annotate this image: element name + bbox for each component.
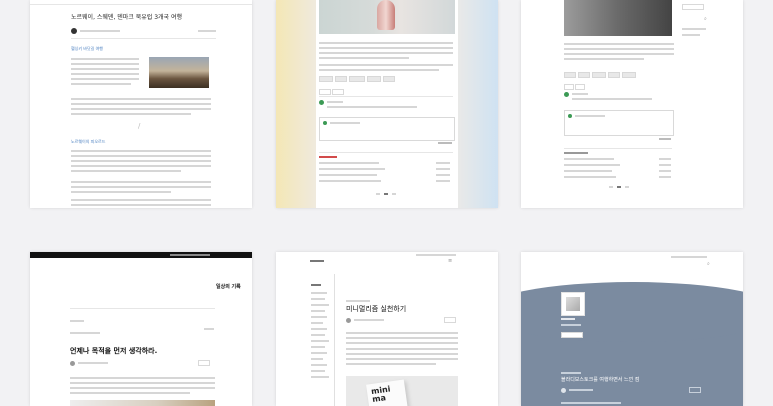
comment-submit-button[interactable] — [659, 138, 671, 140]
post-title[interactable]: 언제나 목적을 먼저 생각하라. — [70, 348, 157, 355]
more-button[interactable] — [575, 84, 585, 90]
product-box-graphic: mini ma — [366, 379, 408, 406]
theme-preview-card-1[interactable]: 노르웨이, 스웨덴, 덴마크 북유럽 3개국 여행 헬싱키 바닷길 여행 / 노… — [30, 0, 252, 208]
theme-preview-card-2[interactable] — [276, 0, 498, 208]
top-divider — [30, 4, 252, 5]
list-divider — [564, 148, 672, 149]
section-heading: 헬싱키 바닷길 여행 — [71, 46, 103, 51]
author-avatar — [346, 318, 351, 323]
subscribe-button[interactable] — [444, 317, 456, 323]
post-title[interactable]: 블라디보스토크를 여행하면서 느낀 점 — [561, 378, 639, 383]
quote-mark-icon: / — [138, 122, 141, 130]
profile-button[interactable] — [561, 332, 583, 338]
header-wave — [521, 282, 743, 342]
top-nav-bar — [30, 252, 252, 258]
list-divider — [319, 152, 453, 153]
post-text-preview — [561, 402, 621, 404]
author-avatar — [561, 388, 566, 393]
subscribe-button[interactable] — [689, 387, 701, 393]
featured-photo: mini ma — [346, 376, 458, 406]
category-label[interactable] — [70, 320, 84, 322]
blog-avatar[interactable] — [561, 292, 585, 316]
comment-submit-button[interactable] — [438, 142, 452, 144]
header-divider — [70, 308, 215, 309]
author-meta — [354, 319, 384, 321]
share-button[interactable] — [564, 84, 574, 90]
theme-preview-card-4[interactable]: 일상의 기록 언제나 목적을 먼저 생각하라. — [30, 252, 252, 406]
comment-text — [327, 106, 417, 108]
author-avatar — [71, 28, 77, 34]
subscribe-button[interactable] — [198, 360, 210, 366]
comment-text — [572, 98, 652, 100]
category-path — [70, 332, 100, 334]
category-label[interactable] — [346, 300, 370, 302]
author-meta — [78, 362, 108, 364]
comment-input[interactable] — [564, 110, 674, 136]
landscape-photo — [149, 57, 209, 88]
blog-name[interactable] — [561, 318, 575, 320]
menu-icon[interactable]: ≡ — [448, 259, 452, 264]
comment-author — [572, 93, 588, 95]
left-sidebar — [306, 274, 335, 406]
featured-photo — [319, 0, 455, 34]
post-date — [198, 30, 216, 32]
user-avatar — [323, 121, 327, 125]
header-divider — [71, 38, 216, 39]
commenter-avatar — [564, 92, 569, 97]
theme-preview-card-6[interactable]: ⌕ 블라디보스토크를 여행하면서 느낀 점 — [521, 252, 743, 406]
sidebar-search-box[interactable] — [682, 4, 704, 10]
theme-preview-card-5[interactable]: ≡ 미니멀리즘 실천하기 mini ma — [276, 252, 498, 406]
product-label: mini ma — [370, 384, 392, 405]
share-button[interactable] — [319, 89, 331, 95]
search-icon[interactable]: ⌕ — [707, 262, 710, 267]
post-count — [204, 328, 214, 330]
author-meta — [80, 30, 120, 32]
user-avatar — [568, 114, 572, 118]
blog-description — [561, 324, 581, 326]
category-label[interactable] — [561, 372, 581, 374]
author-avatar — [70, 361, 75, 366]
more-button[interactable] — [332, 89, 344, 95]
comment-author — [327, 101, 343, 103]
post-content-panel — [316, 0, 458, 208]
post-title[interactable]: 노르웨이, 스웨덴, 덴마크 북유럽 3개국 여행 — [71, 15, 182, 21]
featured-photo — [70, 400, 215, 406]
featured-photo — [564, 0, 672, 36]
blog-name[interactable]: 일상의 기록 — [216, 285, 241, 290]
author-meta — [569, 389, 593, 391]
commenter-avatar — [319, 100, 324, 105]
theme-preview-card-3[interactable]: ⌕ — [521, 0, 743, 208]
comment-input[interactable] — [319, 117, 455, 141]
search-icon[interactable]: ⌕ — [704, 17, 707, 22]
comment-divider — [319, 96, 453, 97]
section-heading: 노르웨이의 피오르드 — [71, 139, 106, 144]
post-title[interactable]: 미니멀리즘 실천하기 — [346, 306, 406, 313]
blog-name[interactable] — [310, 260, 324, 262]
